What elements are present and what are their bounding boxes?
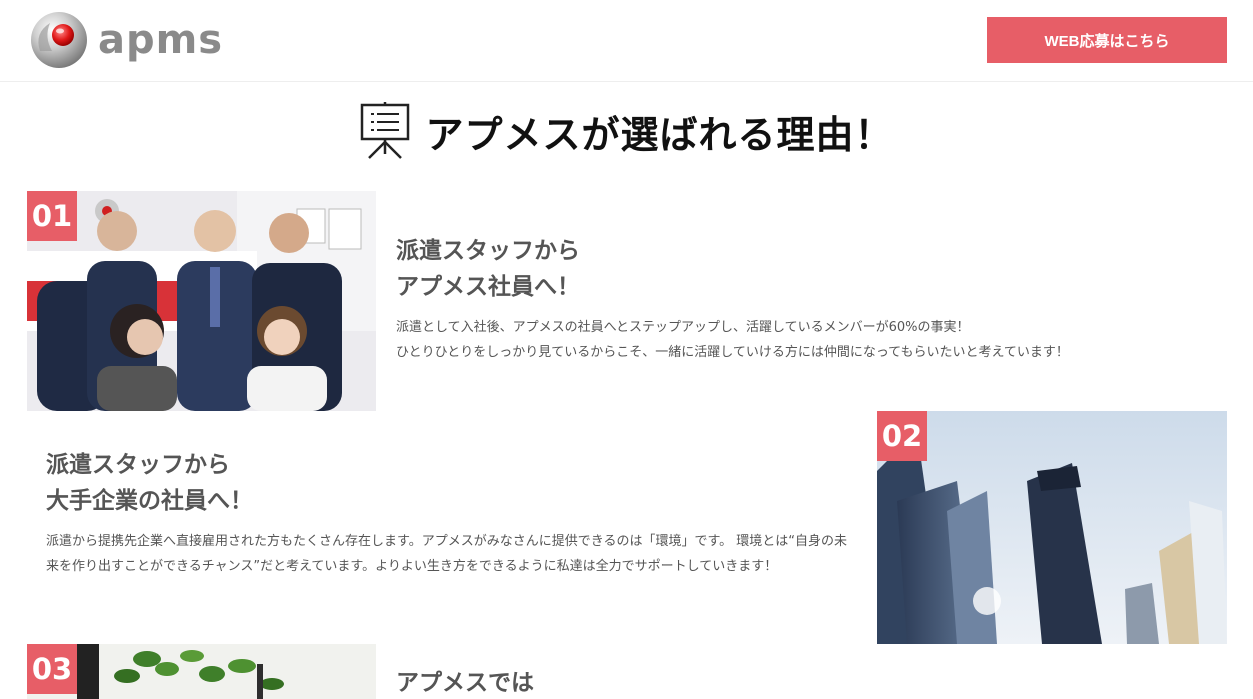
logo-mark-icon — [31, 12, 87, 68]
section-title: アプメスが選ばれる理由！ — [0, 96, 1253, 166]
presentation-board-icon — [361, 102, 410, 159]
reason-03-heading: アプメスでは — [396, 670, 534, 696]
reason-body-line: 派遣として入社後、アプメスの社員へとステップアップし、活躍しているメンバーが60… — [396, 320, 970, 335]
reason-01-body: 派遣として入社後、アプメスの社員へとステップアップし、活躍しているメンバーが60… — [396, 315, 1216, 365]
staff-group-photo: 01 — [27, 191, 376, 411]
reason-heading-line: 派遣スタッフから — [396, 238, 580, 264]
web-apply-button[interactable]: WEB応募はこちら — [987, 17, 1227, 63]
reason-02-body: 派遣から提携先企業へ直接雇用された方もたくさん存在します。アプメスがみなさんに提… — [46, 534, 848, 574]
buildings-illustration — [877, 411, 1227, 644]
reason-number-badge: 02 — [877, 411, 927, 461]
reason-number-badge: 01 — [27, 191, 77, 241]
site-header: apms WEB応募はこちら — [0, 0, 1253, 82]
reason-01-text: 派遣スタッフから アプメス社員へ！ 派遣として入社後、アプメスの社員へとステップ… — [396, 233, 1216, 365]
reason-number-badge: 03 — [27, 644, 77, 694]
reason-02-heading: 派遣スタッフから 大手企業の社員へ！ — [46, 447, 858, 519]
office-buildings-photo: 02 — [877, 411, 1227, 644]
logo-text: apms — [98, 17, 224, 63]
reason-01-heading: 派遣スタッフから アプメス社員へ！ — [396, 233, 1216, 305]
reason-heading-line: 大手企業の社員へ！ — [46, 488, 253, 514]
plants-illustration — [27, 644, 376, 699]
office-plants-photo: 03 — [27, 644, 376, 699]
reason-03-text: アプメスでは — [396, 665, 1216, 699]
apms-logo[interactable]: apms — [30, 11, 223, 69]
staff-group-illustration — [27, 191, 376, 411]
reason-body-line: ひとりひとりをしっかり見ているからこそ、一緒に活躍していける方には仲間になっても… — [396, 345, 1069, 360]
reason-heading-line: 派遣スタッフから — [46, 452, 230, 478]
reason-heading-line: アプメス社員へ！ — [396, 274, 580, 300]
section-heading: アプメスが選ばれる理由！ — [425, 111, 894, 157]
reason-02-text: 派遣スタッフから 大手企業の社員へ！ 派遣から提携先企業へ直接雇用された方もたく… — [46, 447, 858, 579]
